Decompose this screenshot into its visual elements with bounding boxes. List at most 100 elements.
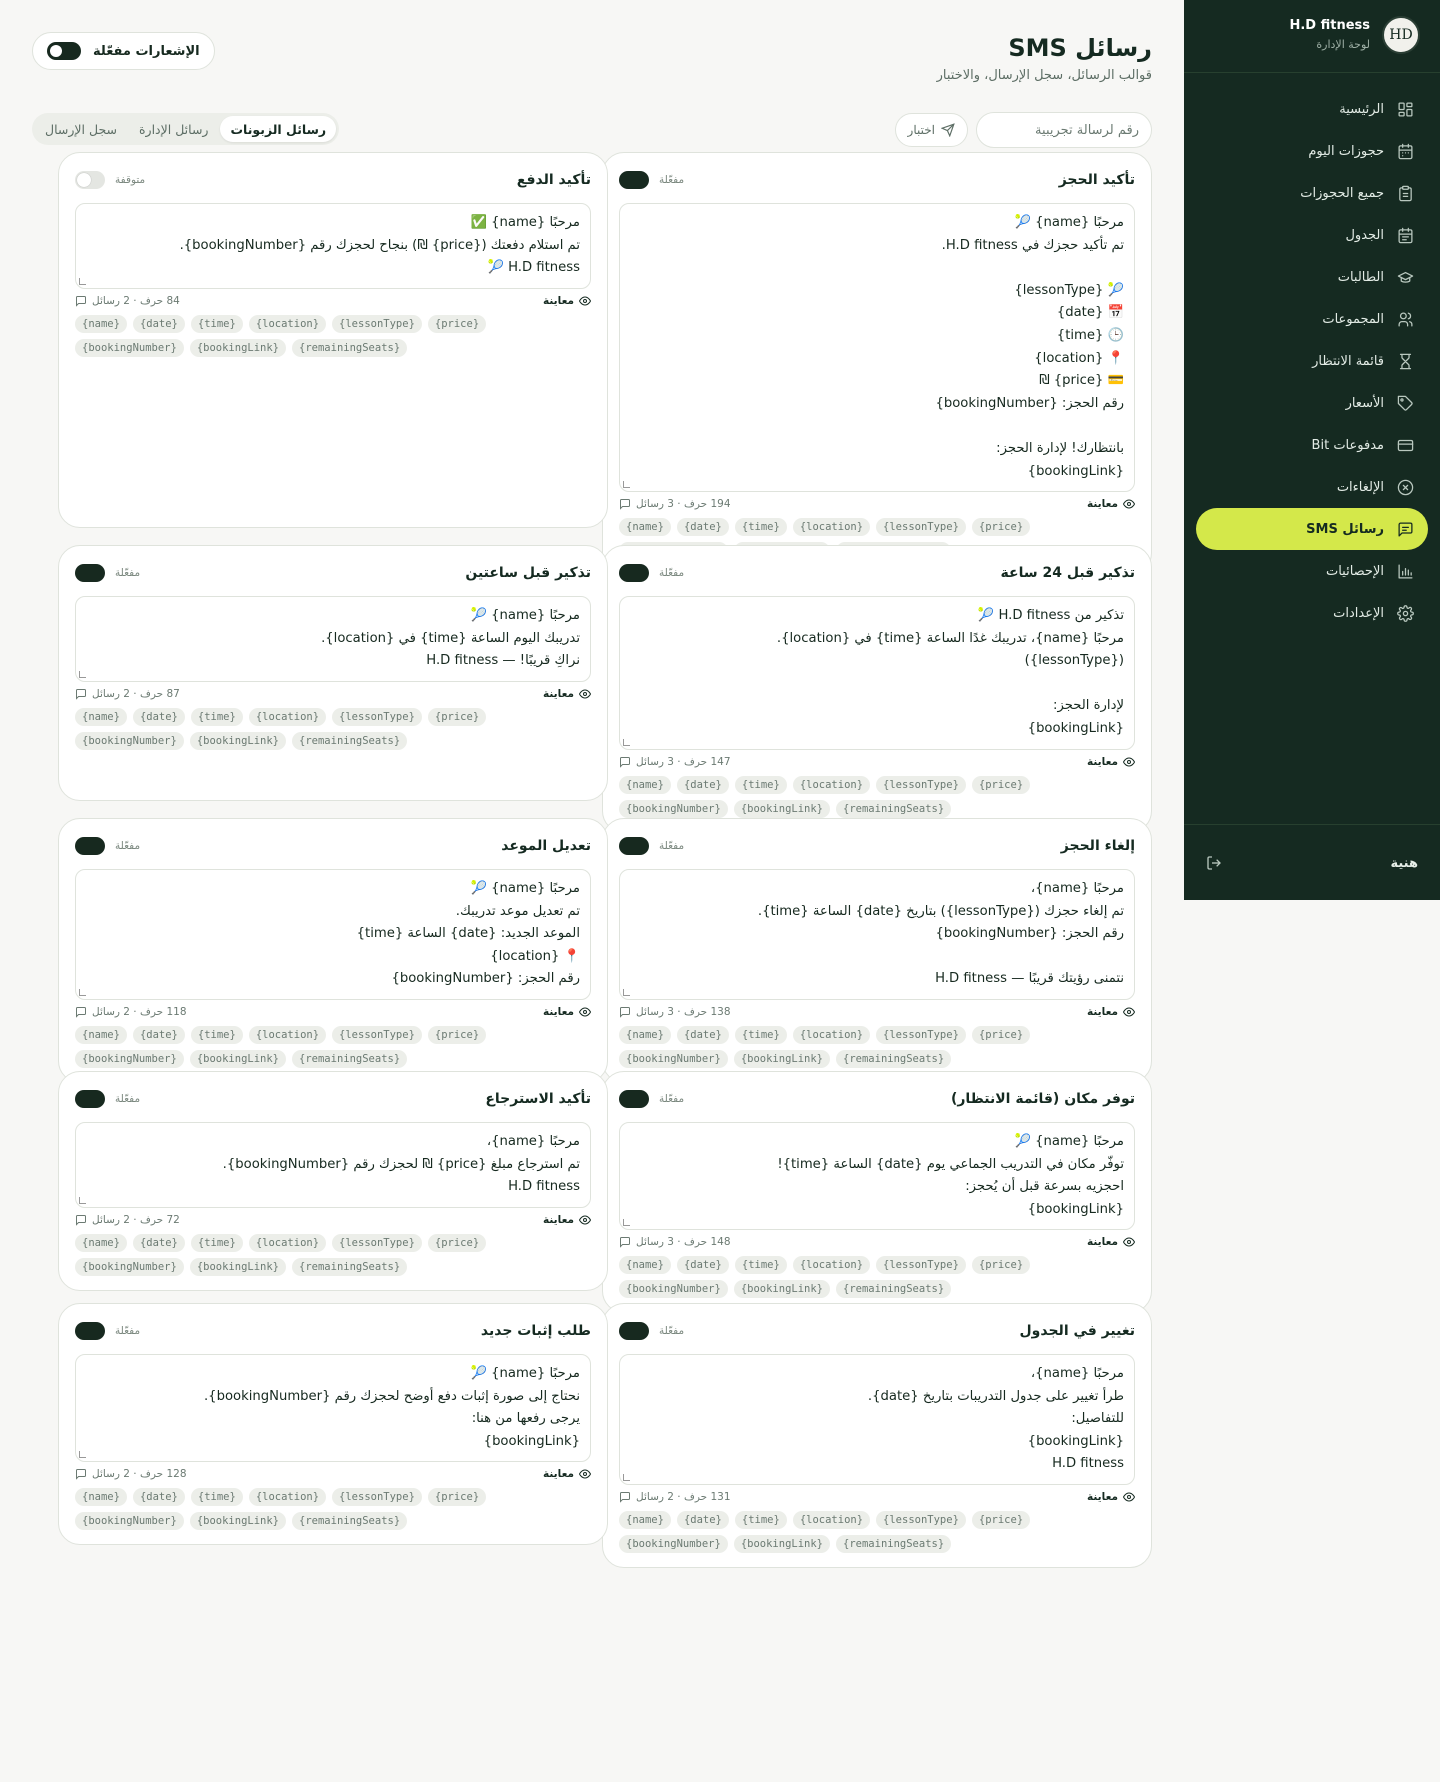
variable-chip[interactable]: {time} (190, 1233, 243, 1252)
variable-chip[interactable]: {location} (792, 1256, 871, 1275)
variable-chip[interactable]: {date} (676, 1510, 729, 1529)
sidebar-item[interactable]: جميع الحجوزات (1196, 172, 1428, 214)
message-body-textarea[interactable]: مرحبًا {name}، طرأ تغيير على جدول التدري… (619, 1354, 1135, 1485)
sidebar-item[interactable]: الجدول (1196, 214, 1428, 256)
variable-chip[interactable]: {name} (619, 1510, 671, 1529)
variable-chip[interactable]: {lessonType} (332, 707, 422, 726)
variable-chip[interactable]: {date} (132, 1233, 185, 1252)
variable-chip[interactable]: {location} (248, 1025, 327, 1044)
message-body-textarea[interactable]: مرحبًا {name} 🎾 تم تعديل موعد تدريبك. ال… (75, 869, 591, 1000)
test-send-button[interactable]: اختبار (894, 113, 968, 147)
message-body-textarea[interactable]: مرحبًا {name} 🎾 تدريبك اليوم الساعة {tim… (75, 596, 591, 682)
variable-chip[interactable]: {remainingSeats} (292, 1512, 408, 1531)
variable-chip[interactable]: {bookingNumber} (75, 338, 184, 357)
sidebar-item[interactable]: الإعدادات (1196, 592, 1428, 634)
variable-chip[interactable]: {lessonType} (876, 1256, 966, 1275)
preview-button[interactable]: معاينة (543, 1468, 591, 1480)
toggle-switch[interactable] (619, 837, 649, 855)
variable-chip[interactable]: {date} (676, 518, 729, 537)
message-body-textarea[interactable]: مرحبًا {name}، تم إلغاء حجزك ({lessonTyp… (619, 869, 1135, 1000)
variable-chip[interactable]: {time} (190, 707, 243, 726)
variable-chip[interactable]: {price} (971, 518, 1031, 537)
sidebar-item[interactable]: الطالبات (1196, 256, 1428, 298)
variable-chip[interactable]: {bookingLink} (189, 731, 287, 750)
variable-chip[interactable]: {lessonType} (332, 314, 422, 333)
logout-icon[interactable] (1206, 855, 1222, 871)
sidebar-item[interactable]: الأسعار (1196, 382, 1428, 424)
preview-button[interactable]: معاينة (543, 688, 591, 700)
variable-chip[interactable]: {bookingNumber} (619, 1049, 728, 1068)
preview-button[interactable]: معاينة (1087, 498, 1135, 510)
variable-chip[interactable]: {price} (427, 1233, 487, 1252)
preview-button[interactable]: معاينة (543, 1006, 591, 1018)
sidebar-item[interactable]: مدفوعات Bit (1196, 424, 1428, 466)
variable-chip[interactable]: {name} (75, 1488, 127, 1507)
sidebar-item[interactable]: الرئيسية (1196, 88, 1428, 130)
test-phone-input[interactable] (976, 112, 1152, 148)
preview-button[interactable]: معاينة (543, 1214, 591, 1226)
variable-chip[interactable]: {date} (132, 1025, 185, 1044)
notifications-toggle[interactable]: الإشعارات مفعّلة (32, 32, 215, 70)
variable-chip[interactable]: {bookingNumber} (75, 1512, 184, 1531)
variable-chip[interactable]: {remainingSeats} (292, 1257, 408, 1276)
toggle-switch[interactable] (75, 837, 105, 855)
variable-chip[interactable]: {time} (190, 1025, 243, 1044)
variable-chip[interactable]: {time} (734, 1510, 787, 1529)
variable-chip[interactable]: {time} (734, 1256, 787, 1275)
toggle-switch[interactable] (75, 1322, 105, 1340)
preview-button[interactable]: معاينة (1087, 1236, 1135, 1248)
variable-chip[interactable]: {name} (619, 1025, 671, 1044)
sidebar-item[interactable]: الإلغاءات (1196, 466, 1428, 508)
variable-chip[interactable]: {location} (792, 518, 871, 537)
variable-chip[interactable]: {time} (734, 1025, 787, 1044)
variable-chip[interactable]: {location} (248, 314, 327, 333)
variable-chip[interactable]: {bookingLink} (733, 1049, 831, 1068)
preview-button[interactable]: معاينة (1087, 756, 1135, 768)
message-body-textarea[interactable]: تذكير من H.D fitness 🎾 مرحبًا {name}، تد… (619, 596, 1135, 750)
variable-chip[interactable]: {bookingLink} (733, 799, 831, 818)
message-body-textarea[interactable]: مرحبًا {name} 🎾 توفّر مكان في التدريب ال… (619, 1122, 1135, 1231)
toggle-switch[interactable] (75, 171, 105, 189)
variable-chip[interactable]: {name} (75, 707, 127, 726)
sidebar-item[interactable]: حجوزات اليوم (1196, 130, 1428, 172)
variable-chip[interactable]: {remainingSeats} (836, 1280, 952, 1299)
variable-chip[interactable]: {location} (792, 1025, 871, 1044)
variable-chip[interactable]: {bookingLink} (189, 338, 287, 357)
toggle-switch[interactable] (75, 564, 105, 582)
variable-chip[interactable]: {date} (132, 707, 185, 726)
variable-chip[interactable]: {price} (971, 1256, 1031, 1275)
variable-chip[interactable]: {remainingSeats} (292, 731, 408, 750)
sidebar-item[interactable]: الإحصائيات (1196, 550, 1428, 592)
variable-chip[interactable]: {bookingNumber} (75, 731, 184, 750)
variable-chip[interactable]: {name} (619, 1256, 671, 1275)
tab[interactable]: رسائل الإدارة (129, 116, 218, 142)
variable-chip[interactable]: {lessonType} (876, 518, 966, 537)
variable-chip[interactable]: {date} (132, 1488, 185, 1507)
variable-chip[interactable]: {lessonType} (332, 1488, 422, 1507)
variable-chip[interactable]: {date} (676, 1256, 729, 1275)
variable-chip[interactable]: {price} (427, 1488, 487, 1507)
preview-button[interactable]: معاينة (1087, 1491, 1135, 1503)
toggle-switch[interactable] (619, 1322, 649, 1340)
sidebar-item[interactable]: المجموعات (1196, 298, 1428, 340)
sidebar-item[interactable]: رسائل SMS (1196, 508, 1428, 550)
variable-chip[interactable]: {time} (734, 518, 787, 537)
variable-chip[interactable]: {date} (676, 1025, 729, 1044)
variable-chip[interactable]: {price} (971, 1025, 1031, 1044)
message-body-textarea[interactable]: مرحبًا {name} 🎾 نحتاج إلى صورة إثبات دفع… (75, 1354, 591, 1463)
variable-chip[interactable]: {bookingNumber} (75, 1049, 184, 1068)
variable-chip[interactable]: {name} (75, 314, 127, 333)
variable-chip[interactable]: {remainingSeats} (836, 1534, 952, 1553)
message-body-textarea[interactable]: مرحبًا {name} 🎾 تم تأكيد حجزك في H.D fit… (619, 203, 1135, 493)
variable-chip[interactable]: {name} (75, 1233, 127, 1252)
variable-chip[interactable]: {bookingNumber} (619, 1534, 728, 1553)
tab[interactable]: رسائل الزبونات (220, 116, 337, 142)
variable-chip[interactable]: {time} (190, 1488, 243, 1507)
variable-chip[interactable]: {bookingLink} (733, 1280, 831, 1299)
variable-chip[interactable]: {lessonType} (876, 1025, 966, 1044)
preview-button[interactable]: معاينة (1087, 1006, 1135, 1018)
toggle-switch[interactable] (47, 42, 81, 60)
variable-chip[interactable]: {location} (792, 775, 871, 794)
variable-chip[interactable]: {bookingNumber} (75, 1257, 184, 1276)
variable-chip[interactable]: {bookingLink} (189, 1512, 287, 1531)
